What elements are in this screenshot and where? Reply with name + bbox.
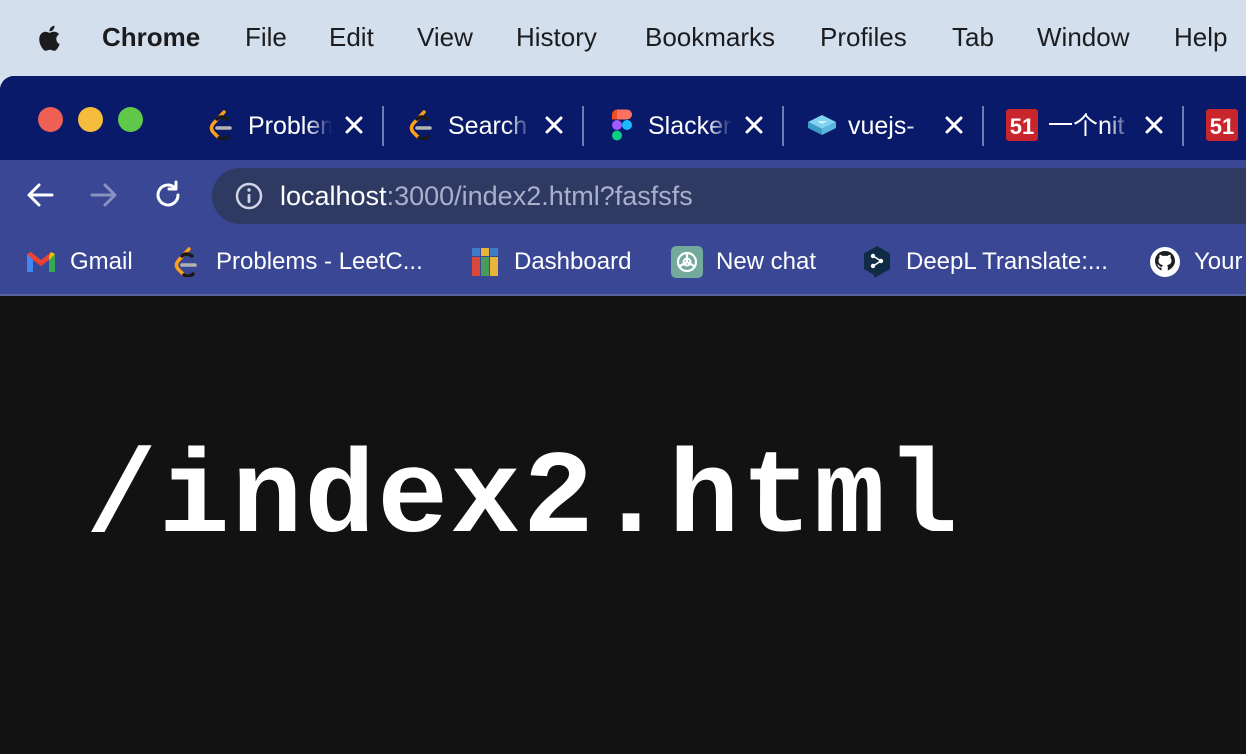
bookmark-label: New chat xyxy=(716,248,817,275)
leetcode-icon xyxy=(206,109,238,141)
site-info-icon[interactable] xyxy=(234,181,264,211)
close-window-button[interactable] xyxy=(38,107,63,132)
bookmark-leetcode[interactable]: Problems - LeetC... xyxy=(170,242,423,282)
deepl-icon xyxy=(860,245,894,279)
figma-icon xyxy=(606,109,638,141)
browser-tab[interactable]: 51 xyxy=(1200,102,1246,148)
page-heading: /index2.html xyxy=(86,434,960,567)
tab-divider xyxy=(982,106,984,146)
address-bar[interactable]: localhost:3000/index2.html?fasfsfs xyxy=(212,168,1246,224)
browser-tab[interactable]: Problems xyxy=(200,102,400,148)
tab-divider xyxy=(1182,106,1184,146)
minimize-window-button[interactable] xyxy=(78,107,103,132)
close-tab-icon[interactable] xyxy=(538,109,570,141)
browser-tab[interactable]: vuejs- xyxy=(800,102,1000,148)
browser-tab[interactable]: Search xyxy=(400,102,600,148)
close-tab-icon[interactable] xyxy=(338,109,370,141)
url-path: :3000/index2.html?fasfsfs xyxy=(386,181,693,211)
bookmark-label: Your xyxy=(1194,248,1243,275)
tab-title: vuejs- xyxy=(848,112,915,140)
tab-title: Problems xyxy=(248,112,332,140)
menu-app-name[interactable]: Chrome xyxy=(102,22,200,52)
menu-history[interactable]: History xyxy=(516,22,597,52)
bookmark-gmail[interactable]: Gmail xyxy=(24,242,133,282)
close-tab-icon[interactable] xyxy=(1138,109,1170,141)
bookmark-label: Dashboard xyxy=(514,248,632,275)
bookmark-label: DeepL Translate:... xyxy=(906,248,1108,275)
dashboard-icon xyxy=(468,245,502,279)
menu-profiles[interactable]: Profiles xyxy=(820,22,907,52)
tab-strip: Problems Search Slacker xyxy=(0,76,1246,160)
bookmark-dashboard[interactable]: Dashboard xyxy=(468,242,631,282)
gmail-icon xyxy=(24,245,58,279)
bookmark-github[interactable]: Your xyxy=(1148,242,1243,282)
bookmarks-bar: Gmail Problems - LeetC... Dashboard New … xyxy=(0,230,1246,296)
close-tab-icon[interactable] xyxy=(738,109,770,141)
back-button[interactable] xyxy=(22,177,58,213)
tab-title: Slacker xyxy=(648,112,732,140)
51-icon: 51 xyxy=(1006,109,1038,141)
forward-button[interactable] xyxy=(86,177,122,213)
tab-divider xyxy=(782,106,784,146)
github-icon xyxy=(1148,245,1182,279)
browser-window: Problems Search Slacker xyxy=(0,76,1246,754)
bookmark-deepl[interactable]: DeepL Translate:... xyxy=(860,242,1108,282)
leetcode-icon xyxy=(170,245,204,279)
bookmark-label: Problems - LeetC... xyxy=(216,248,423,275)
browser-tab[interactable]: Slacker xyxy=(600,102,800,148)
menu-tab[interactable]: Tab xyxy=(952,22,994,52)
menu-view[interactable]: View xyxy=(417,22,473,52)
chatgpt-icon xyxy=(670,245,704,279)
macos-menu-bar: Chrome File Edit View History Bookmarks … xyxy=(0,0,1246,76)
svg-text:51: 51 xyxy=(1210,114,1234,139)
menu-edit[interactable]: Edit xyxy=(329,22,374,52)
maximize-window-button[interactable] xyxy=(118,107,143,132)
reload-button[interactable] xyxy=(150,177,186,213)
page-content: /index2.html xyxy=(0,298,1246,754)
menu-bookmarks[interactable]: Bookmarks xyxy=(645,22,775,52)
bookmark-label: Gmail xyxy=(70,248,133,275)
svg-text:51: 51 xyxy=(1010,114,1034,139)
menu-help[interactable]: Help xyxy=(1174,22,1227,52)
tab-divider xyxy=(582,106,584,146)
51-icon: 51 xyxy=(1206,109,1238,141)
browser-toolbar: localhost:3000/index2.html?fasfsfs xyxy=(0,160,1246,230)
browser-tab[interactable]: 51 一个nit xyxy=(1000,102,1200,148)
bookmark-new-chat[interactable]: New chat xyxy=(670,242,816,282)
leetcode-icon xyxy=(406,109,438,141)
url-text[interactable]: localhost:3000/index2.html?fasfsfs xyxy=(280,180,693,212)
menu-file[interactable]: File xyxy=(245,22,287,52)
apple-logo-icon[interactable] xyxy=(34,22,66,54)
tab-title: Search xyxy=(448,112,528,140)
menu-window[interactable]: Window xyxy=(1037,22,1129,52)
url-host: localhost xyxy=(280,181,387,211)
tab-title: 一个nit xyxy=(1048,112,1125,140)
tab-divider xyxy=(382,106,384,146)
close-tab-icon[interactable] xyxy=(938,109,970,141)
cube-icon xyxy=(806,109,838,141)
